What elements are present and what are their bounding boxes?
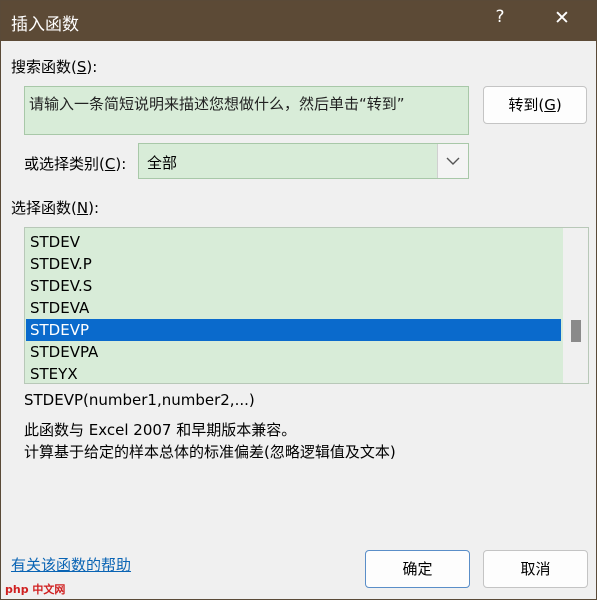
go-button[interactable]: 转到(G) (483, 86, 587, 124)
scrollbar-thumb[interactable] (571, 320, 581, 342)
function-signature: STDEVP(number1,number2,...) (24, 391, 255, 409)
search-input-text: 请输入一条简短说明来描述您想做什么，然后单击“转到” (29, 95, 405, 113)
category-selected-value: 全部 (147, 154, 178, 172)
function-list-label: 选择函数(N): (11, 199, 99, 217)
ok-button[interactable]: 确定 (365, 550, 470, 588)
close-icon[interactable]: ✕ (549, 7, 575, 33)
cancel-button[interactable]: 取消 (483, 550, 588, 588)
watermark-logo: php 中文网 (5, 583, 66, 596)
function-item[interactable]: STDEV.P (26, 253, 561, 275)
function-list[interactable]: STDEV STDEV.P STDEV.S STDEVA STDEVP STDE… (24, 227, 589, 384)
function-item[interactable]: STDEV.S (26, 275, 561, 297)
function-item[interactable]: STDEV (26, 231, 561, 253)
search-input[interactable]: 请输入一条简短说明来描述您想做什么，然后单击“转到” (24, 86, 469, 135)
function-item[interactable]: STEYX (26, 363, 561, 383)
function-item[interactable]: STDEVPA (26, 341, 561, 363)
dialog-title: 插入函数 (11, 15, 79, 35)
search-label: 搜索函数(S): (11, 58, 98, 76)
list-scrollbar[interactable] (563, 228, 588, 383)
function-item-selected[interactable]: STDEVP (26, 319, 561, 341)
function-item[interactable]: STDEVA (26, 297, 561, 319)
function-description: 计算基于给定的样本总体的标准偏差(忽略逻辑值及文本) (24, 443, 396, 461)
insert-function-dialog: 插入函数 ? ✕ 搜索函数(S): 请输入一条简短说明来描述您想做什么，然后单击… (0, 0, 597, 600)
function-help-link[interactable]: 有关该函数的帮助 (11, 554, 131, 575)
chevron-down-icon[interactable] (437, 144, 468, 178)
help-icon[interactable]: ? (489, 7, 511, 33)
category-label: 或选择类别(C): (24, 155, 127, 173)
compatibility-note: 此函数与 Excel 2007 和早期版本兼容。 (24, 421, 297, 439)
category-select[interactable]: 全部 (138, 143, 469, 179)
title-bar[interactable]: 插入函数 ? ✕ (1, 1, 596, 41)
